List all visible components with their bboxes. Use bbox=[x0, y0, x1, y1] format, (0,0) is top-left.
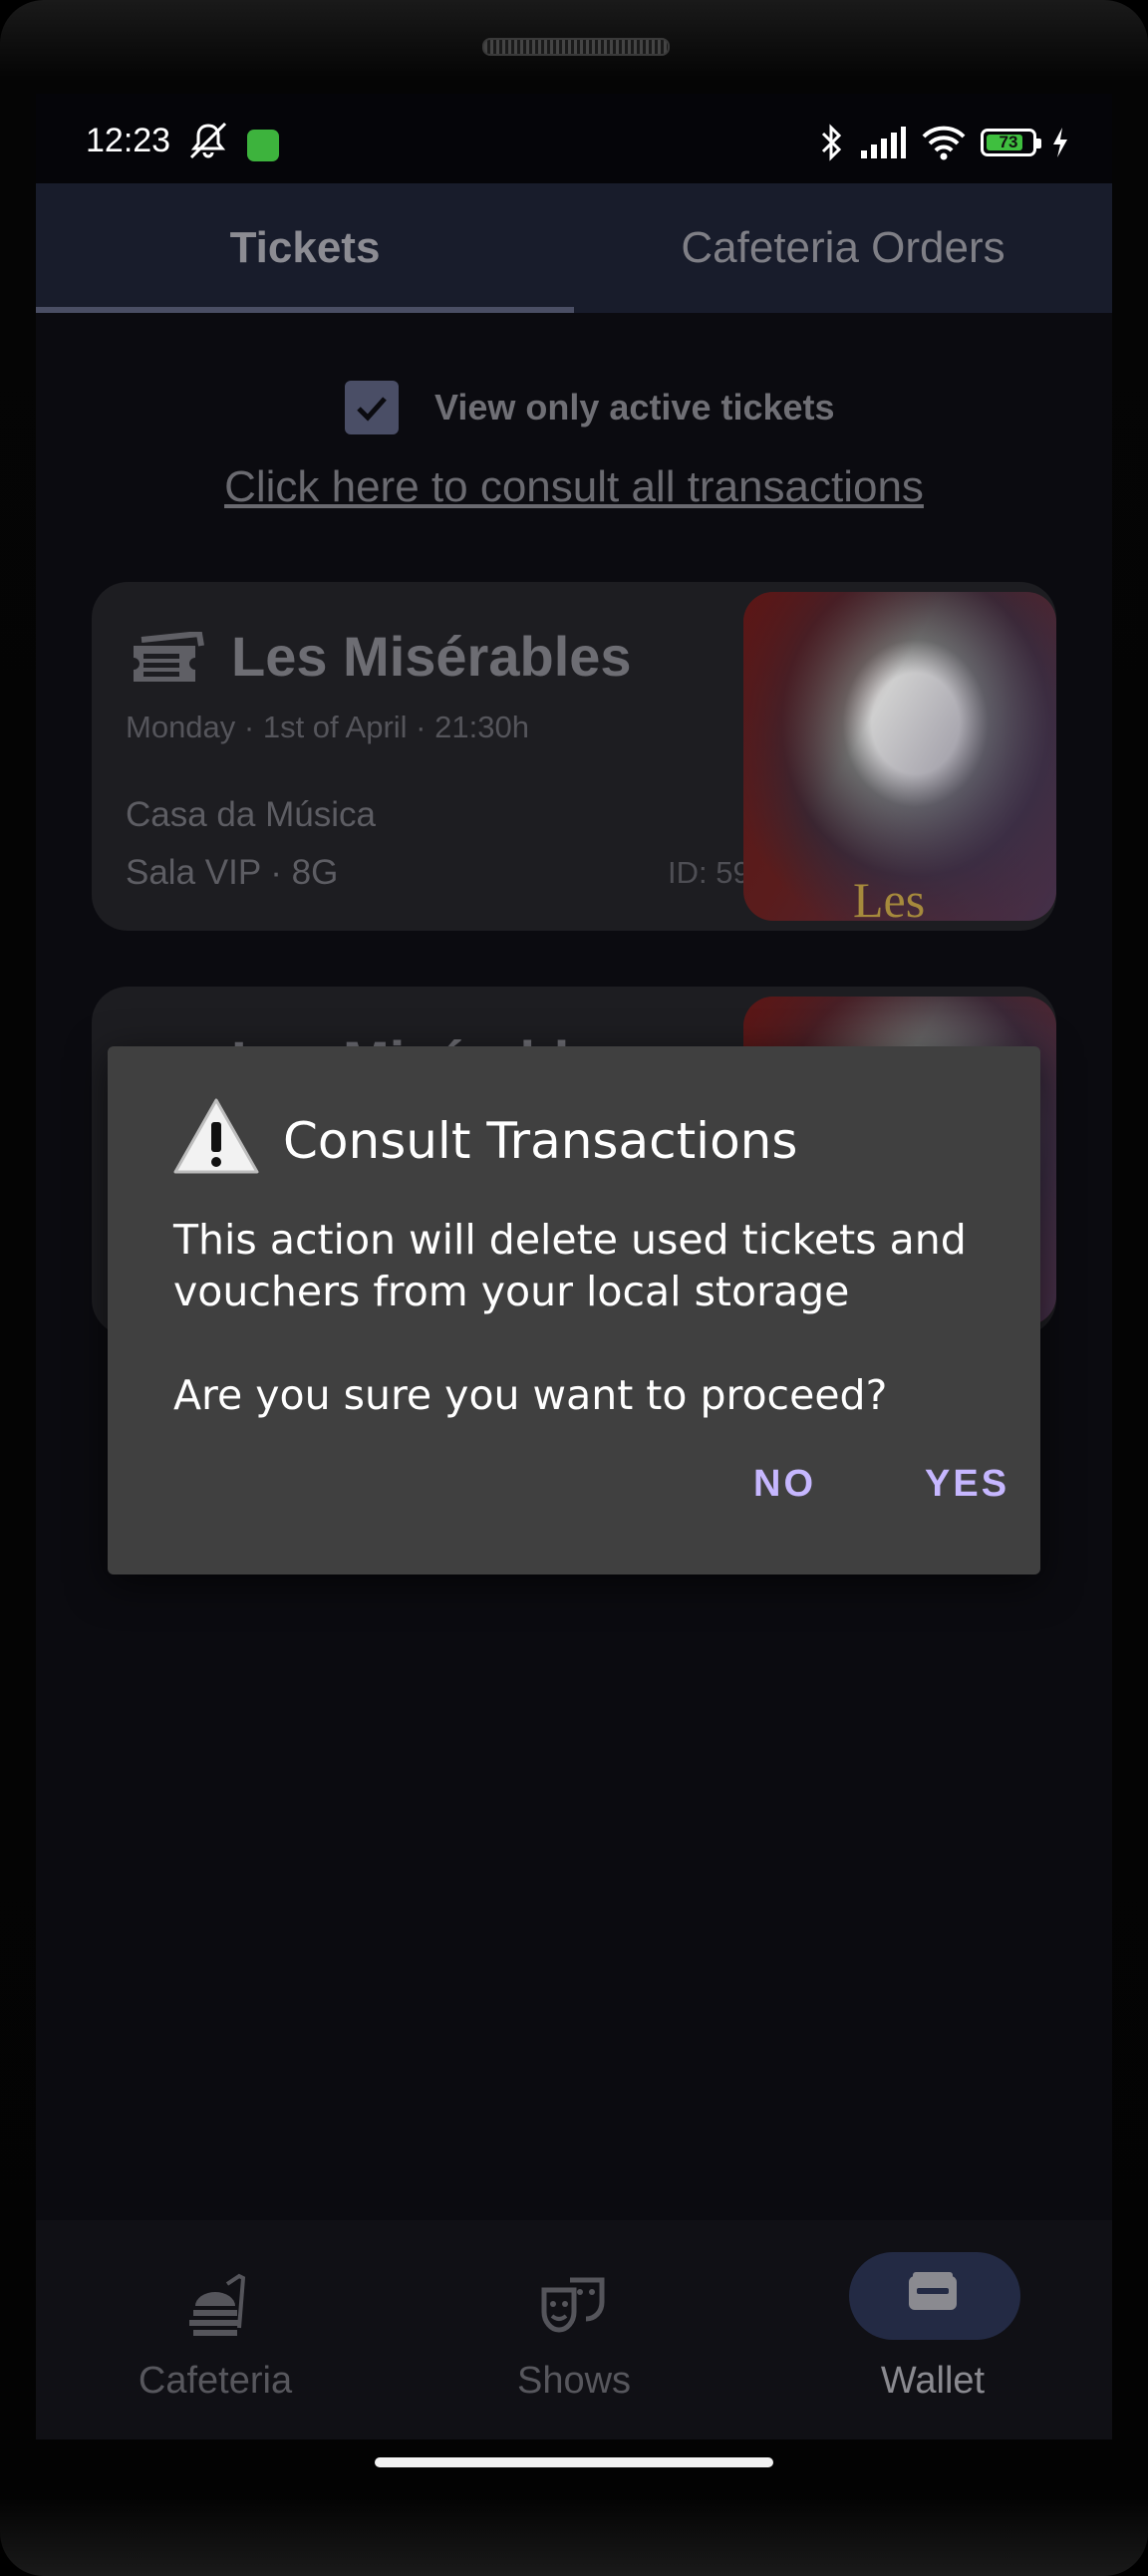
notifications-muted-icon bbox=[189, 122, 227, 159]
home-indicator[interactable] bbox=[375, 2457, 773, 2467]
wifi-icon bbox=[922, 126, 966, 160]
status-time: 12:23 bbox=[86, 122, 171, 159]
poster-text: Les bbox=[853, 872, 926, 928]
nav-cafeteria[interactable]: Cafeteria bbox=[36, 2220, 395, 2439]
active-tickets-label: View only active tickets bbox=[434, 387, 835, 428]
status-icons: 73 bbox=[819, 120, 1070, 165]
phone-frame: 12:23 73 Tickets Cafeteria Orders View o… bbox=[0, 0, 1148, 2576]
active-filter: View only active tickets bbox=[345, 381, 835, 434]
check-icon bbox=[357, 397, 387, 422]
ticket-card[interactable]: Les Misérables Monday · 1st of April · 2… bbox=[92, 582, 1056, 931]
ticket-date: Monday · 1st of April · 21:30h bbox=[126, 710, 529, 744]
show-poster: Les bbox=[743, 592, 1056, 928]
active-tickets-checkbox[interactable] bbox=[345, 381, 399, 434]
dialog-message: This action will delete used tickets and… bbox=[173, 1216, 967, 1419]
speaker-grille bbox=[482, 38, 670, 56]
tab-bar: Tickets Cafeteria Orders bbox=[36, 183, 1112, 313]
charging-icon bbox=[1053, 128, 1067, 157]
app-notification-icon bbox=[247, 130, 279, 161]
battery-icon: 73 bbox=[981, 129, 1041, 156]
no-button[interactable]: NO bbox=[753, 1463, 816, 1506]
bluetooth-icon bbox=[821, 124, 842, 161]
consult-transactions-dialog: Consult Transactions This action will de… bbox=[108, 1046, 1040, 1574]
nav-label: Cafeteria bbox=[138, 2360, 293, 2402]
nav-shows[interactable]: Shows bbox=[395, 2220, 753, 2439]
signal-icon bbox=[861, 127, 906, 158]
dialog-title: Consult Transactions bbox=[283, 1112, 798, 1170]
nav-label: Wallet bbox=[880, 2360, 986, 2402]
app-screen: 12:23 73 Tickets Cafeteria Orders View o… bbox=[36, 94, 1112, 2439]
ticket-icon bbox=[134, 632, 204, 682]
wallet-icon bbox=[909, 2272, 957, 2310]
status-bar: 12:23 73 bbox=[36, 94, 1112, 183]
warning-icon bbox=[173, 1098, 259, 1174]
nav-wallet[interactable]: Wallet bbox=[753, 2220, 1112, 2439]
battery-level: 73 bbox=[999, 133, 1018, 151]
ticket-room: Sala VIP · 8G bbox=[126, 853, 339, 892]
ticket-title: Les Misérables bbox=[231, 625, 632, 688]
cafeteria-icon bbox=[189, 2273, 246, 2336]
ticket-venue: Casa da Música bbox=[126, 795, 376, 834]
consult-transactions-link[interactable]: Click here to consult all transactions bbox=[36, 462, 1112, 512]
yes-button[interactable]: YES bbox=[925, 1463, 1009, 1506]
tab-indicator bbox=[36, 307, 574, 313]
nav-label: Shows bbox=[516, 2360, 632, 2402]
bottom-navigation: Cafeteria Shows Wallet bbox=[36, 2220, 1112, 2439]
tab-tickets[interactable]: Tickets bbox=[36, 183, 574, 313]
tab-cafeteria-orders[interactable]: Cafeteria Orders bbox=[574, 183, 1112, 313]
theater-masks-icon bbox=[541, 2277, 605, 2333]
